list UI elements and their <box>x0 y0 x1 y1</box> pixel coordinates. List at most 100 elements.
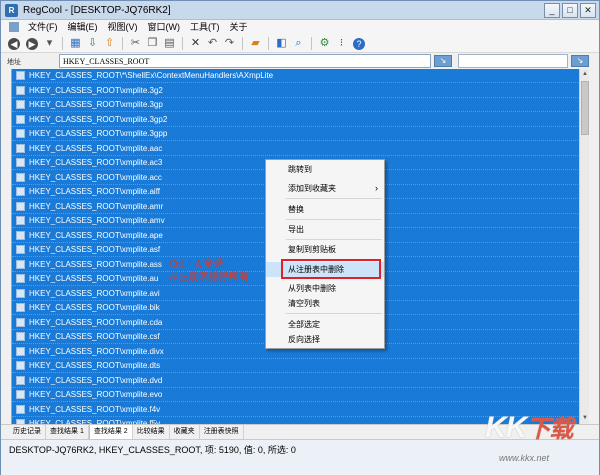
tab-registry-snapshot[interactable]: 注册表快照 <box>200 425 244 439</box>
search-input[interactable] <box>458 54 568 68</box>
menu-item-add-favorites[interactable]: 添加到收藏夹 › <box>266 181 384 196</box>
undo-icon[interactable]: ↶ <box>205 36 220 51</box>
tab-search-results-2[interactable]: 查找结果 2 <box>88 425 133 439</box>
list-item-label: HKEY_CLASSES_ROOT\xmplite.ape <box>29 230 163 240</box>
list-item-label: HKEY_CLASSES_ROOT\xmplite.acc <box>29 172 162 182</box>
menu-file[interactable]: 文件(F) <box>23 20 63 35</box>
address-bar: 地址 HKEY_CLASSES_ROOT ↘ ↘ <box>1 53 599 69</box>
title-bar[interactable]: R RegCool - [DESKTOP-JQ76RK2] _ □ ✕ <box>1 1 599 20</box>
window-controls: _ □ ✕ <box>544 3 596 18</box>
scroll-down-icon[interactable]: ▼ <box>581 414 589 423</box>
regcool-app-icon: R <box>5 4 18 17</box>
folder-icon[interactable]: ▰ <box>248 36 263 51</box>
list-item[interactable]: HKEY_CLASSES_ROOT\xmplite.evo <box>12 388 578 402</box>
maximize-button[interactable]: □ <box>562 3 578 18</box>
paste-icon[interactable]: ▤ <box>162 36 177 51</box>
list-item-label: HKEY_CLASSES_ROOT\xmplite.bik <box>29 303 160 312</box>
export-icon[interactable]: ⇧ <box>102 36 117 51</box>
registry-key-icon <box>16 230 25 240</box>
menu-item-select-all-label: 全部选定 <box>288 320 320 329</box>
delete-icon[interactable]: ✕ <box>188 36 203 51</box>
list-item[interactable]: HKEY_CLASSES_ROOT\xmplite.dvd <box>12 374 578 388</box>
registry-key-icon <box>16 390 25 399</box>
back-icon[interactable]: ◀ <box>8 37 20 50</box>
tab-search-results-1[interactable]: 查找结果 1 <box>46 425 89 439</box>
menu-item-copy-clipboard[interactable]: 复制到剪贴板 <box>266 242 384 257</box>
menu-separator <box>286 198 382 199</box>
toolbar-separator <box>182 37 183 50</box>
cut-icon[interactable]: ✂ <box>128 36 143 51</box>
vertical-scrollbar[interactable]: ▲ ▼ <box>579 69 589 424</box>
list-item[interactable]: HKEY_CLASSES_ROOT\*\ShellEx\ContextMenuH… <box>12 69 578 83</box>
tab-compare-results[interactable]: 比较结果 <box>133 425 170 439</box>
menu-edit[interactable]: 编辑(E) <box>63 20 103 35</box>
menu-item-goto[interactable]: 跳转到 <box>266 162 384 177</box>
highlight-box <box>281 259 381 279</box>
menu-bar: 文件(F) 编辑(E) 视图(V) 窗口(W) 工具(T) 关于 <box>1 20 599 35</box>
list-item[interactable]: HKEY_CLASSES_ROOT\xmplite.3g2 <box>12 84 578 98</box>
list-item-label: HKEY_CLASSES_ROOT\xmplite.ass <box>29 259 162 269</box>
registry-key-icon <box>16 201 25 211</box>
menu-separator <box>286 239 382 240</box>
menu-item-select-all[interactable]: 全部选定 <box>266 317 384 332</box>
tab-favorites[interactable]: 收藏夹 <box>170 425 200 439</box>
list-item-label: HKEY_CLASSES_ROOT\xmplite.3g2 <box>29 85 163 95</box>
menu-item-add-favorites-label: 添加到收藏夹 <box>288 184 336 193</box>
list-item-label: HKEY_CLASSES_ROOT\xmplite.amr <box>29 201 164 211</box>
menu-item-clear-list[interactable]: 清空列表 <box>266 296 384 311</box>
registry-key-icon <box>16 245 25 254</box>
menu-item-remove-from-list-label: 从列表中删除 <box>288 284 336 293</box>
address-go-icon[interactable]: ↘ <box>434 55 452 67</box>
list-item-label: HKEY_CLASSES_ROOT\xmplite.csf <box>29 332 160 341</box>
minimize-button[interactable]: _ <box>544 3 560 18</box>
list-item[interactable]: HKEY_CLASSES_ROOT\xmplite.dts <box>12 359 578 373</box>
menu-view[interactable]: 视图(V) <box>103 20 143 35</box>
menu-item-replace-label: 替换 <box>288 205 304 214</box>
menu-item-export[interactable]: 导出 <box>266 222 384 237</box>
close-button[interactable]: ✕ <box>580 3 596 18</box>
list-item[interactable]: HKEY_CLASSES_ROOT\xmplite.f5v <box>12 417 578 424</box>
compare-icon[interactable]: ◧ <box>274 36 289 51</box>
redo-icon[interactable]: ↷ <box>222 36 237 51</box>
menu-tools[interactable]: 工具(T) <box>185 20 225 35</box>
registry-key-icon <box>16 85 25 95</box>
search-registry-icon[interactable]: ⌕ <box>291 36 306 51</box>
list-item[interactable]: HKEY_CLASSES_ROOT\xmplite.f4v <box>12 403 578 417</box>
list-item[interactable]: HKEY_CLASSES_ROOT\xmplite.3gp <box>12 98 578 112</box>
forward-icon[interactable]: ▶ <box>26 37 38 50</box>
menu-separator <box>286 219 382 220</box>
list-item-label: HKEY_CLASSES_ROOT\xmplite.ac3 <box>29 158 163 167</box>
copy-icon[interactable]: ❐ <box>145 36 160 51</box>
menu-window[interactable]: 窗口(W) <box>143 20 186 35</box>
history-dropdown-icon[interactable]: ▾ <box>42 36 57 51</box>
menu-item-replace[interactable]: 替换 <box>266 202 384 217</box>
list-item[interactable]: HKEY_CLASSES_ROOT\xmplite.3gp2 <box>12 113 578 127</box>
registry-key-icon <box>16 259 25 269</box>
list-item-label: HKEY_CLASSES_ROOT\xmplite.f4v <box>29 404 161 414</box>
options-icon[interactable]: ⚙ <box>317 36 332 51</box>
registry-key-icon <box>16 114 25 124</box>
import-icon[interactable]: ⇩ <box>85 36 100 51</box>
scroll-up-icon[interactable]: ▲ <box>581 70 589 79</box>
list-item-label: HKEY_CLASSES_ROOT\xmplite.aac <box>29 143 163 153</box>
list-item[interactable]: HKEY_CLASSES_ROOT\xmplite.aac <box>12 142 578 156</box>
menu-app-icon[interactable] <box>9 22 19 32</box>
menu-item-goto-label: 跳转到 <box>288 165 312 174</box>
scroll-thumb[interactable] <box>581 81 589 135</box>
list-item[interactable]: HKEY_CLASSES_ROOT\xmplite.3gpp <box>12 127 578 141</box>
address-input[interactable]: HKEY_CLASSES_ROOT <box>59 54 431 68</box>
menu-item-clear-list-label: 清空列表 <box>288 299 320 308</box>
registry-key-icon <box>16 303 25 312</box>
registry-icon[interactable]: ▦ <box>68 36 83 51</box>
menu-item-remove-from-list[interactable]: 从列表中删除 <box>266 281 384 296</box>
menu-item-invert-selection[interactable]: 反向选择 <box>266 332 384 347</box>
tab-history[interactable]: 历史记录 <box>9 425 46 439</box>
menu-item-invert-selection-label: 反向选择 <box>288 335 320 344</box>
menu-about[interactable]: 关于 <box>225 20 253 35</box>
toolbar-separator <box>268 37 269 50</box>
registry-key-icon <box>16 100 25 109</box>
more-icon[interactable]: ⁝ <box>334 36 349 51</box>
help-icon[interactable]: ? <box>353 37 365 50</box>
list-item-label: HKEY_CLASSES_ROOT\xmplite.dts <box>29 361 161 370</box>
search-go-icon[interactable]: ↘ <box>571 55 589 67</box>
